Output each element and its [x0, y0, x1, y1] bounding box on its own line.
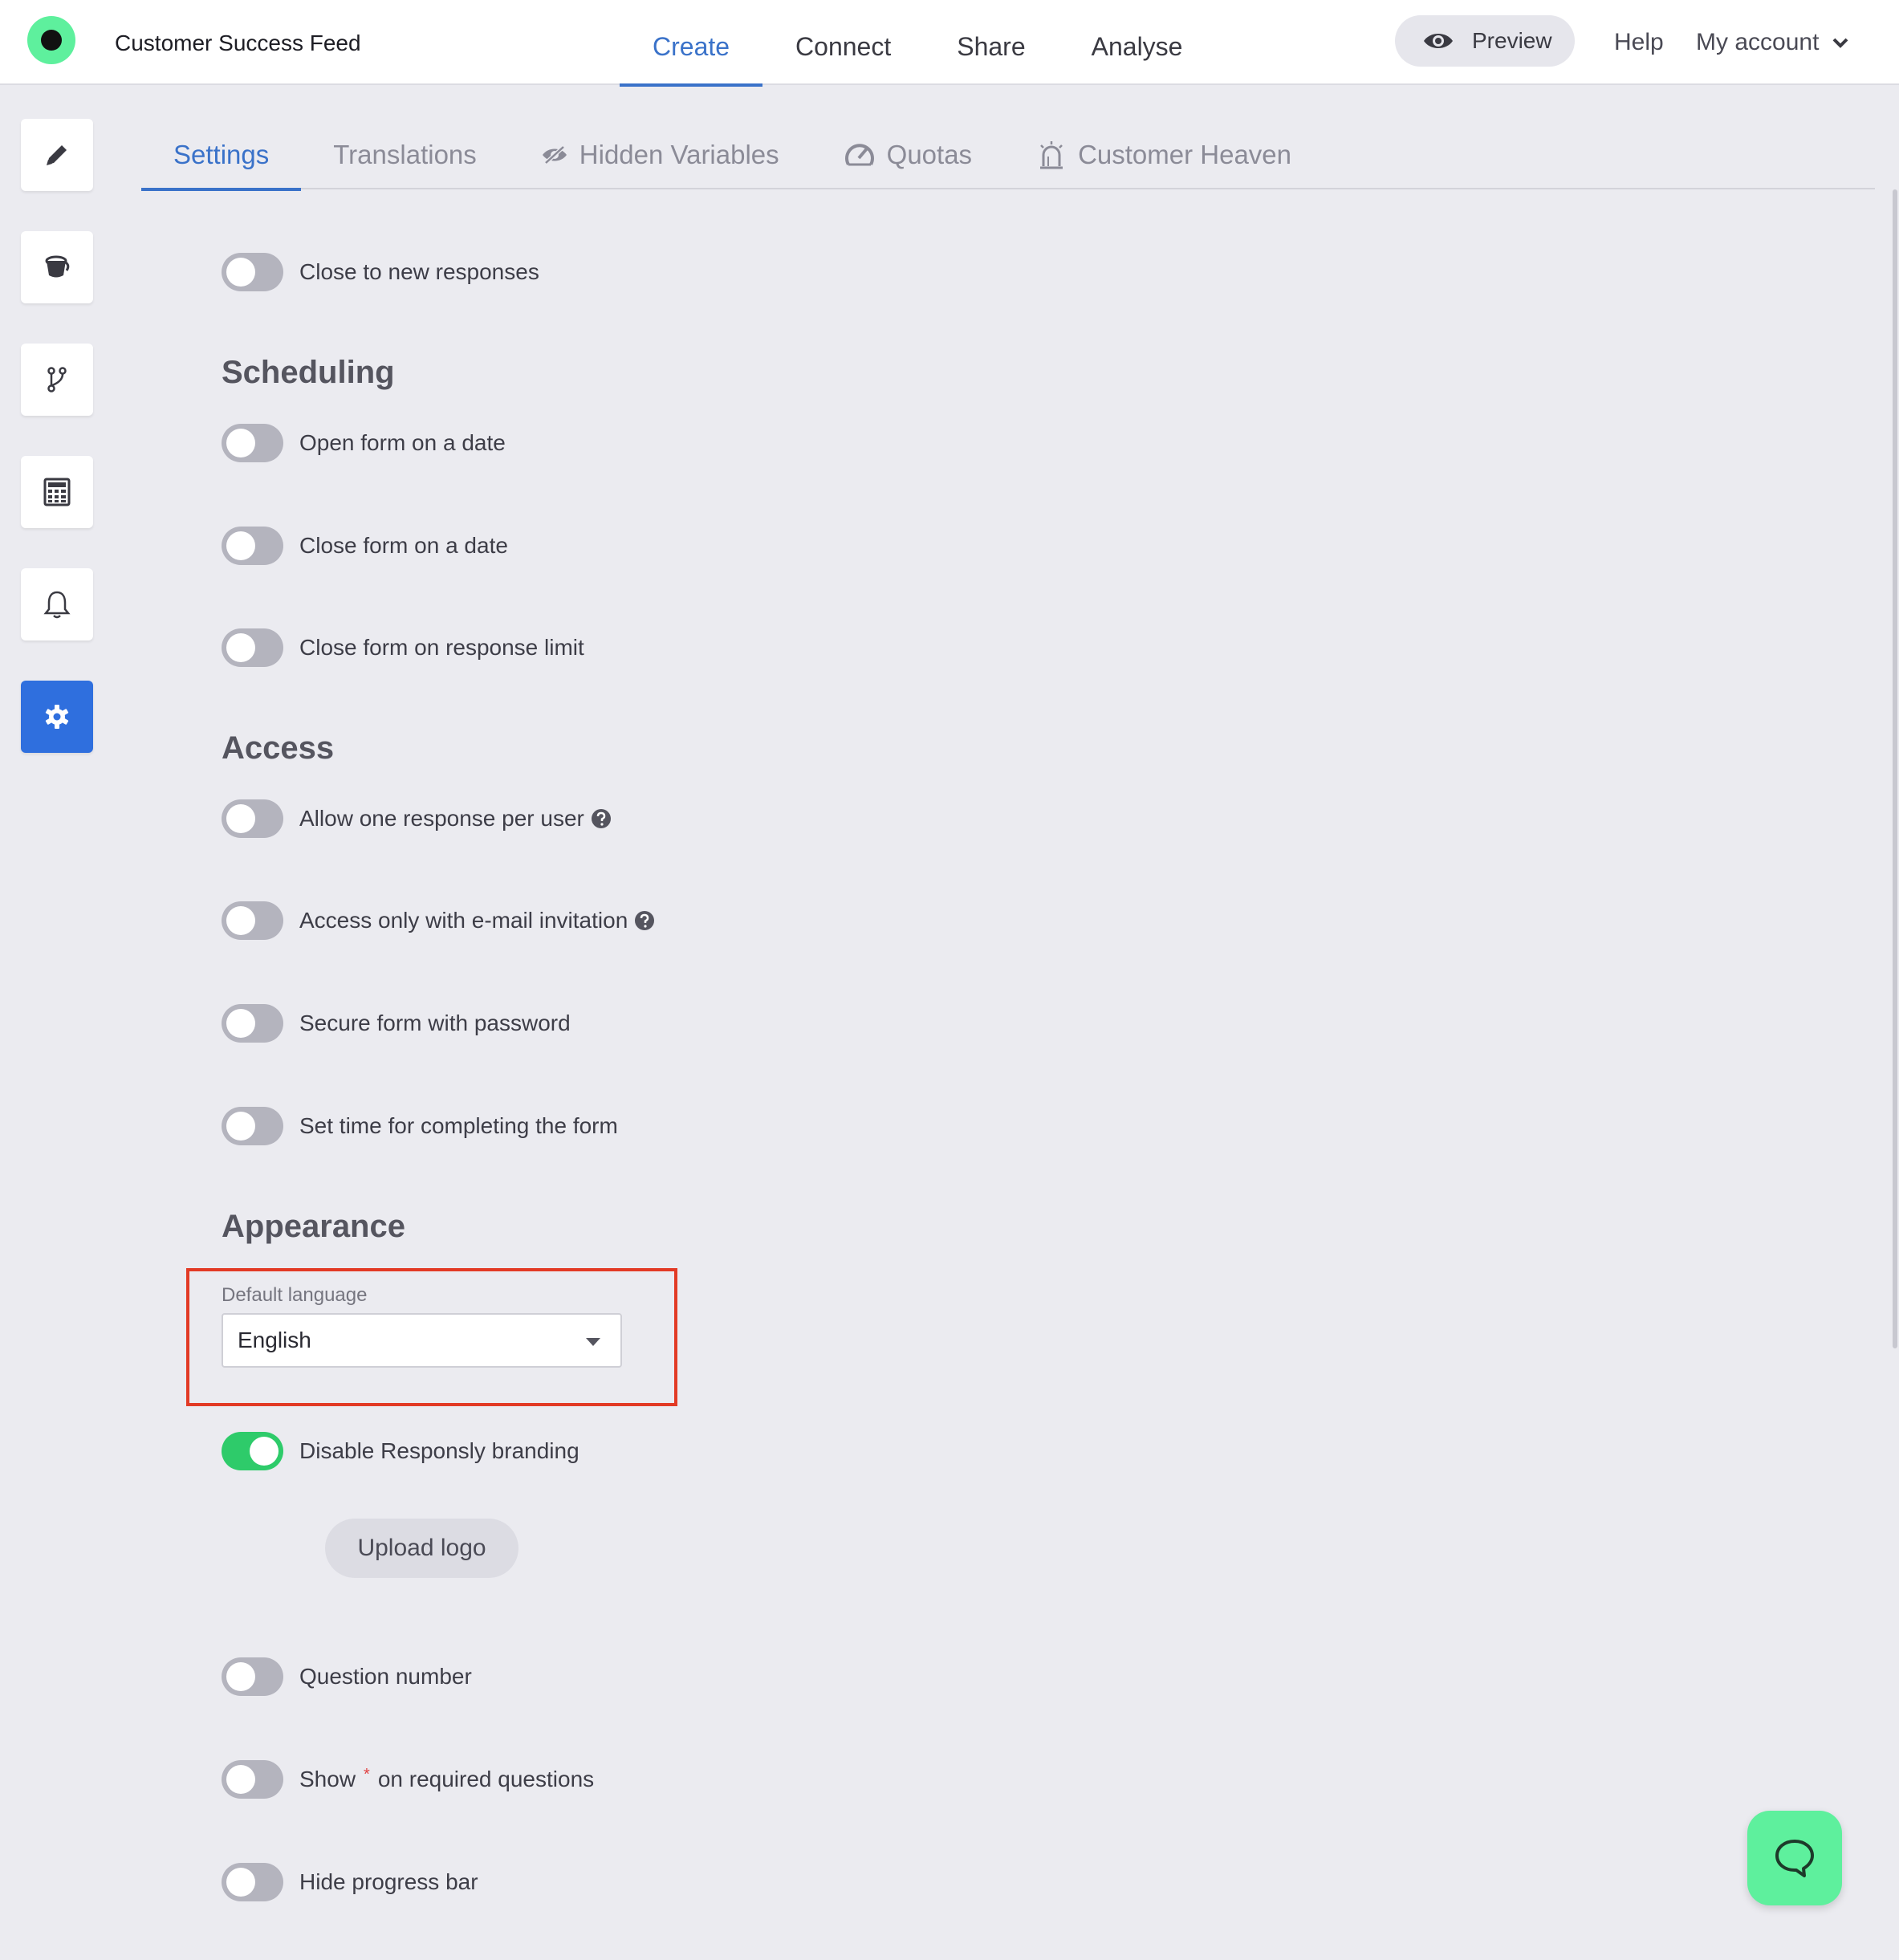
time-limit-row: Set time for completing the form [222, 1106, 618, 1146]
disable-branding-row: Disable Responsly branding [222, 1431, 579, 1471]
show-required-text-after: on required questions [377, 1767, 595, 1791]
hide-progress-row: Hide progress bar [222, 1862, 478, 1902]
required-star: * [364, 1765, 370, 1783]
tab-connect[interactable]: Connect [762, 0, 924, 85]
close-new-responses-label: Close to new responses [299, 259, 539, 284]
rail-notifications-button[interactable] [21, 568, 93, 640]
email-invitation-toggle[interactable] [222, 901, 283, 940]
access-heading: Access [222, 730, 335, 766]
tab-analyse[interactable]: Analyse [1059, 0, 1216, 85]
chat-widget-button[interactable] [1747, 1811, 1842, 1905]
default-language-select[interactable]: English [222, 1313, 622, 1368]
time-limit-label: Set time for completing the form [299, 1113, 618, 1138]
password-toggle[interactable] [222, 1004, 283, 1043]
tab-create[interactable]: Create [620, 0, 763, 87]
rail-calculator-button[interactable] [21, 456, 93, 528]
page-scrollbar[interactable] [1893, 189, 1897, 1348]
help-link[interactable]: Help [1614, 29, 1664, 56]
subtab-quotas-label: Quotas [886, 140, 973, 169]
disable-branding-label: Disable Responsly branding [299, 1438, 579, 1463]
preview-label: Preview [1472, 28, 1552, 53]
one-per-user-text: Allow one response per user [299, 806, 584, 831]
settings-subtabs: Settings Translations Hidden Variables Q… [141, 120, 1875, 191]
open-on-date-toggle[interactable] [222, 424, 283, 462]
subtab-customer-heaven-label: Customer Heaven [1078, 140, 1292, 169]
gauge-icon [844, 144, 874, 166]
question-number-row: Question number [222, 1657, 472, 1697]
disable-branding-toggle[interactable] [222, 1432, 283, 1470]
close-new-responses-toggle[interactable] [222, 253, 283, 291]
subtab-hidden-variables-label: Hidden Variables [579, 140, 779, 169]
tab-share[interactable]: Share [924, 0, 1058, 85]
pencil-icon [47, 145, 67, 165]
close-new-responses-row: Close to new responses [222, 252, 539, 292]
open-on-date-label: Open form on a date [299, 430, 506, 455]
chat-bubble-icon [1775, 1840, 1814, 1877]
time-limit-toggle[interactable] [222, 1107, 283, 1145]
show-required-label: Show * on required questions [299, 1765, 595, 1792]
eye-icon [1424, 34, 1453, 48]
eye-slash-icon [542, 145, 567, 165]
password-row: Secure form with password [222, 1003, 571, 1043]
caret-down-icon [586, 1338, 600, 1346]
email-invitation-text: Access only with e-mail invitation [299, 908, 628, 933]
calculator-icon [43, 478, 71, 506]
show-required-toggle[interactable] [222, 1760, 283, 1799]
question-number-label: Question number [299, 1664, 472, 1689]
question-circle-icon[interactable] [591, 808, 612, 829]
password-label: Secure form with password [299, 1010, 571, 1035]
hide-progress-label: Hide progress bar [299, 1869, 478, 1894]
subtab-quotas[interactable]: Quotas [811, 120, 1004, 189]
upload-logo-button[interactable]: Upload logo [325, 1519, 518, 1578]
default-language-label: Default language [222, 1284, 368, 1306]
subtab-settings[interactable]: Settings [141, 120, 302, 191]
one-per-user-toggle[interactable] [222, 799, 283, 838]
bell-icon [43, 591, 71, 619]
close-on-date-row: Close form on a date [222, 526, 508, 566]
open-on-date-row: Open form on a date [222, 423, 506, 463]
subtab-translations[interactable]: Translations [301, 120, 509, 189]
subtab-customer-heaven[interactable]: Customer Heaven [1004, 120, 1324, 189]
my-account-label: My account [1696, 29, 1820, 55]
show-required-row: Show * on required questions [222, 1759, 594, 1799]
my-account-menu[interactable]: My account [1696, 29, 1849, 56]
gear-icon [45, 705, 69, 729]
one-per-user-label: Allow one response per user [299, 806, 612, 832]
show-required-text-before: Show [299, 1767, 356, 1791]
subtab-hidden-variables[interactable]: Hidden Variables [509, 120, 811, 189]
rail-logic-button[interactable] [21, 344, 93, 416]
hide-progress-toggle[interactable] [222, 1863, 283, 1901]
rail-edit-button[interactable] [21, 119, 93, 191]
question-number-toggle[interactable] [222, 1657, 283, 1696]
main-nav: Create Connect Share Analyse [620, 0, 1216, 87]
default-language-value: English [238, 1328, 311, 1352]
close-on-limit-row: Close form on response limit [222, 628, 584, 668]
one-per-user-row: Allow one response per user [222, 799, 612, 839]
bucket-icon [45, 255, 70, 278]
rail-design-button[interactable] [21, 231, 93, 303]
top-bar: Customer Success Feed Create Connect Sha… [0, 0, 1899, 87]
email-invitation-label: Access only with e-mail invitation [299, 908, 655, 933]
close-on-date-toggle[interactable] [222, 527, 283, 565]
close-on-limit-toggle[interactable] [222, 628, 283, 667]
chevron-down-icon [1832, 38, 1848, 48]
email-invitation-row: Access only with e-mail invitation [222, 901, 655, 941]
preview-button[interactable]: Preview [1395, 15, 1575, 67]
close-on-date-label: Close form on a date [299, 533, 508, 558]
appearance-heading: Appearance [222, 1209, 405, 1244]
alarm-icon [1040, 141, 1063, 169]
scheduling-heading: Scheduling [222, 355, 395, 390]
question-circle-icon[interactable] [634, 910, 655, 931]
rail-settings-button[interactable] [21, 681, 93, 753]
branch-icon [47, 367, 67, 392]
close-on-limit-label: Close form on response limit [299, 635, 584, 660]
form-title: Customer Success Feed [115, 30, 361, 55]
app-logo[interactable] [27, 16, 75, 64]
